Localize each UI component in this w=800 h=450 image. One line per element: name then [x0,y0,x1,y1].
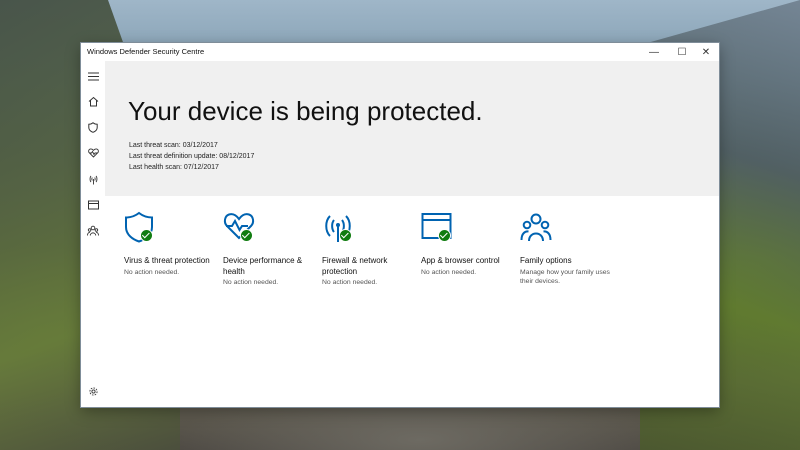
check-icon [339,229,352,242]
tile-virus-threat-protection[interactable]: Virus & threat protection No action need… [124,211,219,277]
check-icon [240,229,253,242]
scan-label: Last threat definition update: [129,153,218,160]
maximize-button[interactable]: ☐ [669,43,695,61]
tile-title: Family options [520,256,572,265]
scan-value: 07/12/2017 [183,164,219,171]
tile-title: Device performance & health [223,256,303,276]
heart-icon [223,211,255,245]
check-icon [140,229,153,242]
scan-value: 08/12/2017 [219,153,255,160]
tile-status: No action needed. [421,268,477,276]
tile-status: No action needed. [223,279,279,286]
tile-firewall-network-protection[interactable]: Firewall & network protection No action … [322,211,417,287]
tile-title: Virus & threat protection [124,256,210,265]
tile-status: No action needed. [322,279,378,286]
tile-status: Manage how your family uses their device… [520,268,610,285]
check-icon [438,229,451,242]
browser-window-icon [421,211,453,245]
tile-app-browser-control[interactable]: App & browser control No action needed. [421,211,516,277]
scan-label: Last health scan: [129,164,182,171]
browser-window-icon[interactable] [86,198,100,212]
gear-icon[interactable] [86,384,100,398]
status-banner: Your device is being protected. Last thr… [105,61,719,196]
family-icon[interactable] [86,223,100,237]
app-window: Windows Defender Security Centre — ☐ ✕ Y… [81,43,719,407]
close-button[interactable]: ✕ [693,43,719,61]
wireless-icon [322,211,354,245]
minimize-button[interactable]: — [641,43,667,61]
title-bar[interactable]: Windows Defender Security Centre — ☐ ✕ [81,43,719,61]
scan-value: 03/12/2017 [182,142,218,149]
window-title: Windows Defender Security Centre [87,47,205,56]
last-definition-update: Last threat definition update: 08/12/201… [129,153,254,160]
scan-label: Last threat scan: [129,142,181,149]
tile-status: No action needed. [124,268,180,276]
tile-family-options[interactable]: Family options Manage how your family us… [520,211,615,286]
last-threat-scan: Last threat scan: 03/12/2017 [129,142,218,149]
family-icon [520,211,552,245]
heart-icon[interactable] [86,146,100,160]
last-health-scan: Last health scan: 07/12/2017 [129,164,219,171]
tile-title: App & browser control [421,256,500,265]
shield-icon[interactable] [86,120,100,134]
sidebar [81,61,105,407]
hamburger-menu-icon[interactable] [86,69,100,83]
tile-title: Firewall & network protection [322,256,388,276]
home-icon[interactable] [86,94,100,108]
page-title: Your device is being protected. [128,96,483,126]
wireless-icon[interactable] [86,172,100,186]
tile-device-performance-health[interactable]: Device performance & health No action ne… [223,211,318,287]
shield-icon [124,211,156,245]
